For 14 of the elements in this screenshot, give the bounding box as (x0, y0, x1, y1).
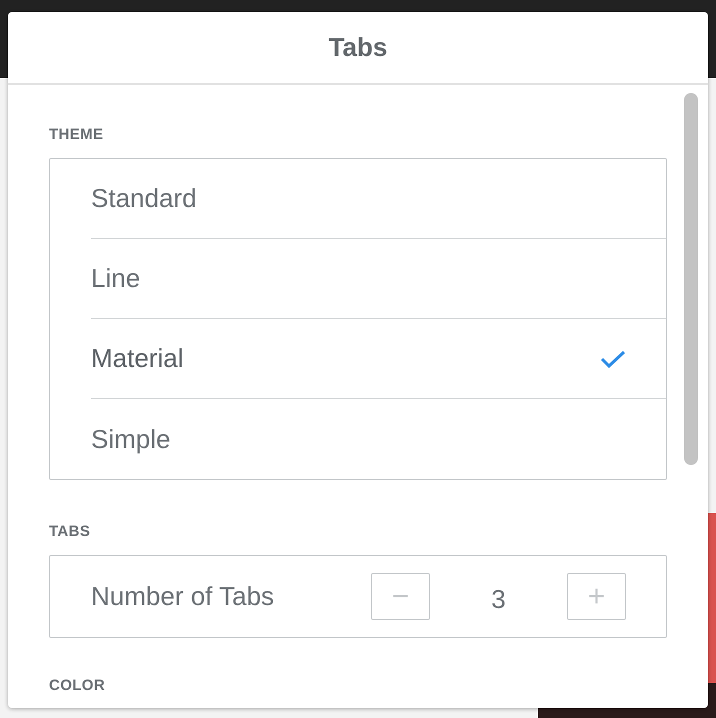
section-heading: COLOR (49, 678, 106, 693)
option-label: Line (91, 262, 140, 295)
checkmark-icon (600, 348, 626, 368)
theme-option[interactable]: Standard (91, 159, 666, 239)
scrollbar-thumb[interactable] (684, 93, 698, 465)
option-label: Simple (91, 422, 170, 456)
section-heading: THEME (49, 127, 104, 142)
stepper-value: 3 (490, 583, 507, 616)
theme-option[interactable]: Simple (91, 399, 666, 479)
stepper-label: Number of Tabs (91, 580, 276, 613)
popover-title: Tabs (328, 31, 388, 64)
option-label: Material (91, 342, 184, 375)
option-label: Standard (91, 182, 197, 215)
section-heading: TABS (49, 524, 92, 539)
